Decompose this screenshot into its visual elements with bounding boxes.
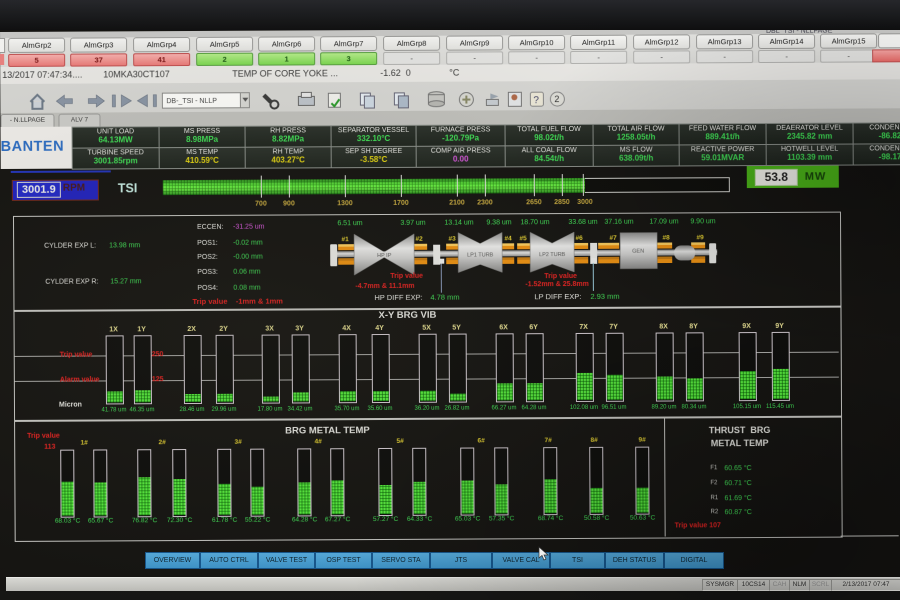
svg-text:?: ?	[533, 95, 539, 106]
svg-text:GEN: GEN	[632, 249, 644, 255]
svg-text:DB-_TSI - NLLP: DB-_TSI - NLLP	[166, 98, 217, 105]
svg-text:HP IP: HP IP	[377, 253, 392, 259]
svg-text:2: 2	[554, 94, 559, 104]
svg-text:LP2 TURB: LP2 TURB	[539, 252, 566, 258]
svg-text:LP1 TURB: LP1 TURB	[467, 252, 494, 258]
